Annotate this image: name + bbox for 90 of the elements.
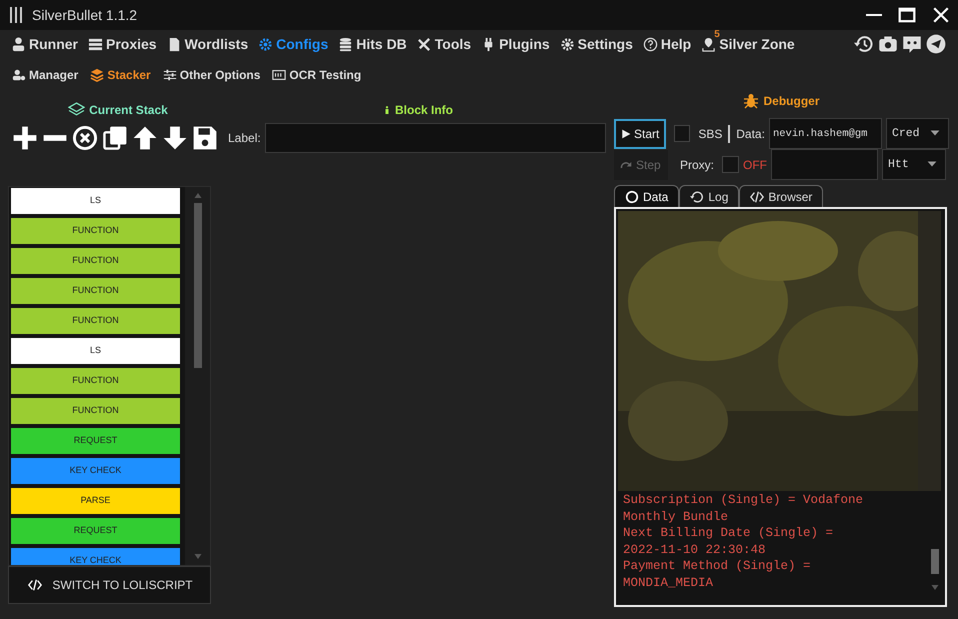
camera-icon — [878, 34, 898, 54]
menu-tab[interactable]: Configs — [255, 34, 332, 54]
block-item[interactable]: REQUEST — [11, 428, 180, 454]
scroll-down-icon — [192, 553, 202, 561]
help-icon — [642, 36, 658, 52]
chat-icon — [902, 34, 922, 54]
arrow-down-icon[interactable] — [162, 125, 188, 151]
section-title: Debugger — [763, 93, 820, 110]
menu-tab[interactable]: Tools — [414, 34, 474, 54]
checkbox[interactable] — [674, 125, 690, 142]
checkbox-label: SBS — [698, 126, 722, 142]
menu-tab[interactable]: Plugins — [478, 34, 553, 54]
sub-menu-tab[interactable]: OCR Testing — [268, 66, 366, 84]
field-label: Label: — [228, 130, 261, 147]
maximize-icon — [898, 6, 916, 24]
gear-icon — [258, 36, 274, 52]
sub-menu-tab[interactable]: Stacker — [86, 66, 155, 84]
field-label: Data: — [736, 126, 765, 142]
save-icon[interactable] — [192, 125, 218, 151]
field-label: Proxy: — [680, 156, 714, 174]
block-item[interactable]: FUNCTION — [11, 248, 180, 274]
menu-tab[interactable]: Proxies — [85, 34, 160, 54]
copy-icon[interactable] — [102, 125, 128, 151]
menu-tab[interactable]: Settings — [556, 34, 636, 54]
block-item[interactable]: FUNCTION — [11, 218, 180, 244]
scroll-down-icon — [930, 584, 940, 592]
history-icon — [690, 190, 704, 204]
data-field[interactable]: nevin.hashem@gm — [768, 118, 882, 149]
code-icon — [750, 190, 764, 204]
database-icon — [338, 36, 354, 52]
sub-menu-tab[interactable]: Other Options — [158, 66, 264, 84]
dropdown-caret-icon — [927, 158, 938, 169]
output-line: 2022-11-10 22:30:48 — [623, 542, 767, 558]
sliders-icon — [162, 68, 177, 82]
block-item[interactable]: FUNCTION — [11, 368, 180, 394]
type-dropdown[interactable]: Cred — [886, 118, 949, 149]
dropdown-caret-icon — [930, 128, 940, 138]
block-item[interactable]: KEY CHECK — [11, 458, 180, 484]
label-field[interactable] — [264, 123, 606, 153]
tab[interactable]: Data — [614, 185, 680, 207]
section-title: Current Stack — [89, 102, 168, 119]
clear-icon[interactable] — [72, 125, 98, 151]
block-item[interactable]: FUNCTION — [11, 278, 180, 304]
notification-count: 5 — [714, 28, 720, 40]
start-button[interactable]: Start — [614, 118, 666, 148]
menu-tab[interactable]: Wordlists — [164, 34, 252, 54]
output-line: MONDIA_MEDIA — [623, 574, 714, 591]
switch-loliscript-button[interactable]: SWITCH TO LOLISCRIPT — [8, 566, 211, 604]
add-icon[interactable] — [12, 125, 38, 151]
users-icon — [12, 68, 26, 82]
layers-icon — [90, 68, 104, 82]
output-line: Next Billing Date (Single) = — [623, 525, 834, 542]
proxy-field[interactable] — [771, 149, 878, 180]
proxy-status: OFF — [743, 156, 768, 174]
close-icon — [932, 6, 950, 24]
block-item[interactable]: PARSE — [11, 488, 180, 514]
play-icon — [621, 128, 631, 140]
menu-tab[interactable]: Hits DB — [335, 34, 410, 54]
person-icon — [11, 36, 26, 52]
code-icon — [26, 578, 44, 592]
send-icon — [926, 34, 946, 54]
server-icon — [88, 36, 103, 52]
checkbox[interactable] — [722, 156, 740, 173]
block-item[interactable]: LS — [11, 188, 180, 214]
menu-tab[interactable]: Help — [640, 34, 694, 54]
scroll-up-icon — [192, 191, 202, 199]
sub-menu-tab[interactable]: Manager — [8, 66, 82, 84]
output-line: Payment Method (Single) = — [623, 558, 812, 574]
tab[interactable]: Browser — [739, 185, 824, 207]
window-title: SilverBullet 1.1.2 — [32, 6, 138, 24]
settings-icon — [560, 36, 575, 52]
proxy-type-dropdown[interactable]: Htt — [882, 149, 946, 180]
output-line: Subscription (Single) = Vodafone — [623, 492, 864, 508]
location-pin-icon — [701, 36, 716, 52]
logo-icon — [8, 4, 24, 26]
arrow-up-icon[interactable] — [132, 125, 158, 151]
block-item[interactable]: REQUEST — [11, 518, 180, 544]
history-icon — [854, 34, 874, 54]
tab[interactable]: Log — [679, 185, 740, 207]
scrollbar-thumb[interactable] — [194, 203, 202, 368]
output-line: Monthly Bundle — [623, 508, 730, 525]
block-item[interactable]: LS — [11, 338, 180, 364]
bug-icon — [743, 93, 760, 109]
layers-icon — [68, 102, 86, 118]
block-item[interactable]: KEY CHECK — [11, 548, 180, 565]
scrollbar-thumb[interactable] — [931, 549, 939, 574]
menu-tab[interactable]: Runner — [8, 34, 81, 54]
block-item[interactable]: FUNCTION — [11, 308, 180, 334]
block-item[interactable]: FUNCTION — [11, 398, 180, 424]
section-title: Block Info — [394, 102, 453, 119]
